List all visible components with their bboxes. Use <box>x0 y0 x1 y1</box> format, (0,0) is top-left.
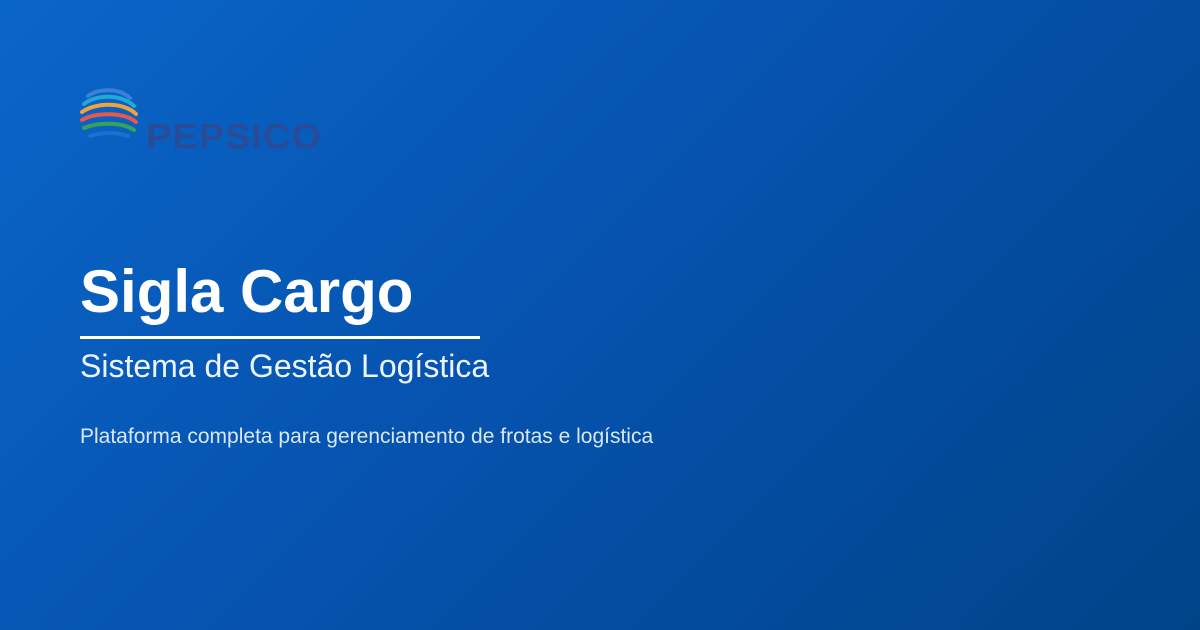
pepsico-logo: PEPSICO <box>80 86 390 162</box>
title-underline <box>80 336 480 339</box>
pepsico-globe-icon <box>80 88 138 138</box>
page-description: Plataforma completa para gerenciamento d… <box>80 425 654 449</box>
hero-content: Sigla Cargo Sistema de Gestão Logística … <box>80 262 653 449</box>
page-subtitle: Sistema de Gestão Logística <box>80 348 490 384</box>
pepsico-wordmark: PEPSICO <box>146 118 322 157</box>
hero-banner: PEPSICO Sigla Cargo Sistema de Gestão Lo… <box>0 0 1200 630</box>
page-title: Sigla Cargo <box>80 258 414 325</box>
